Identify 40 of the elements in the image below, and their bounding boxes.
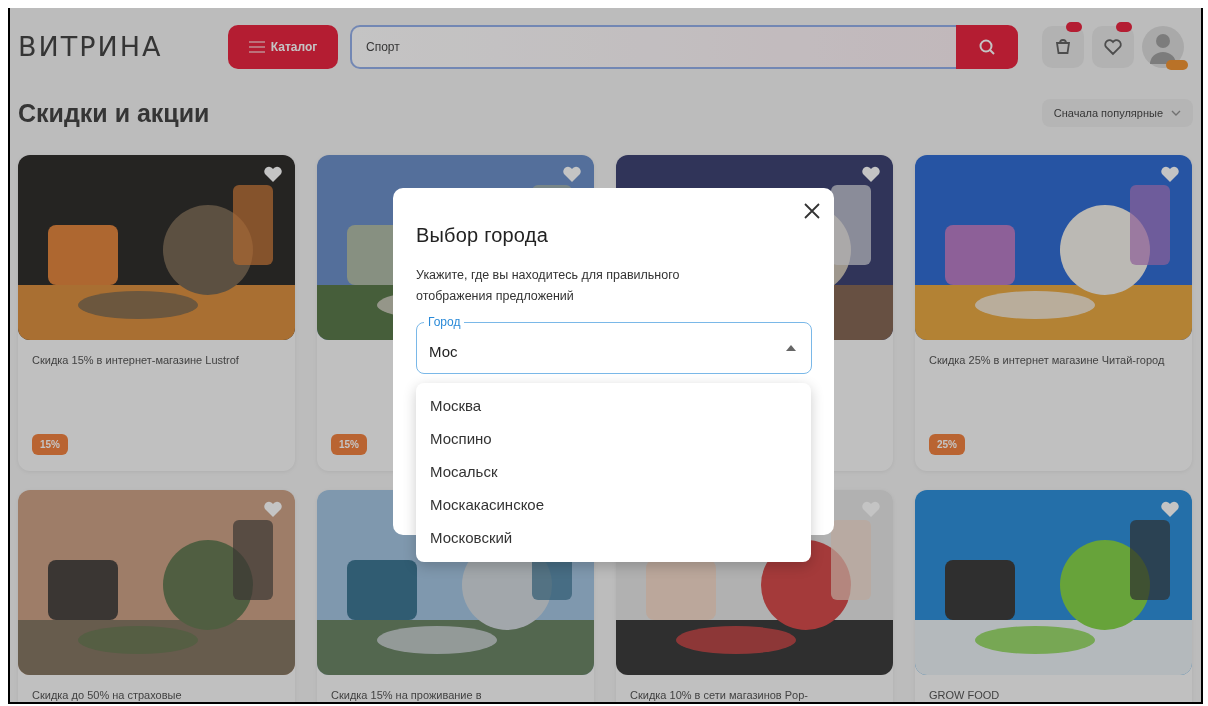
catalog-button[interactable]: Каталог [228, 24, 338, 69]
city-option[interactable]: Москва [416, 389, 811, 422]
offer-description: GROW FOOD [929, 688, 1001, 702]
offer-description: Скидка до 50% на страховые [32, 688, 183, 702]
offer-description: Скидка 15% на проживание в [331, 688, 483, 702]
caret-icon [786, 345, 796, 351]
site-logo[interactable]: ВИТРИНА [18, 31, 228, 62]
discount-badge: 25% [929, 434, 965, 455]
notification-badge [1116, 21, 1132, 32]
offer-card[interactable]: Скидка 25% в интернет магазине Читай-город 25% [915, 155, 1192, 471]
favorites-button[interactable] [1092, 25, 1134, 68]
discount-badge: 15% [331, 434, 367, 455]
close-icon [804, 203, 820, 219]
city-option[interactable]: Моспино [416, 422, 811, 455]
notification-badge [1066, 21, 1082, 32]
chevron-icon [1171, 110, 1181, 116]
heart-icon[interactable] [1160, 165, 1180, 183]
field-label: Город [424, 315, 465, 329]
heart-icon[interactable] [861, 165, 881, 183]
discount-badge: 15% [32, 434, 68, 455]
section-title: Скидки и акции [18, 98, 210, 128]
offer-card[interactable]: GROW FOOD [915, 490, 1192, 702]
search-icon [978, 37, 996, 56]
offer-description: Скидка 25% в интернет магазине Читай-город [929, 353, 1166, 368]
offer-description: Скидка 15% в интернет-магазине Lustrof [32, 353, 240, 368]
offer-card[interactable]: Скидка до 50% на страховые [18, 490, 295, 702]
offer-description: Скидка 10% в сети магазинов Pop- [630, 688, 809, 702]
menu-icon [248, 40, 265, 53]
search-field[interactable]: Спорт [350, 24, 956, 69]
search-button[interactable] [956, 24, 1018, 69]
offer-card[interactable]: Скидка 15% в интернет-магазине Lustrof 15% [18, 155, 295, 471]
dialog-title: Выбор города [416, 224, 549, 247]
heart-icon[interactable] [263, 165, 283, 183]
dialog-text: Укажите, где вы находитесь для правильного отображения предложений [416, 267, 681, 305]
profile-button[interactable] [1142, 25, 1184, 68]
city-option[interactable]: Мосальск [416, 455, 811, 488]
close-button[interactable] [804, 203, 820, 219]
sort-dropdown[interactable]: Сначала популярные [1041, 99, 1193, 127]
notification-badge [1166, 59, 1188, 70]
cart-button[interactable] [1042, 25, 1084, 68]
